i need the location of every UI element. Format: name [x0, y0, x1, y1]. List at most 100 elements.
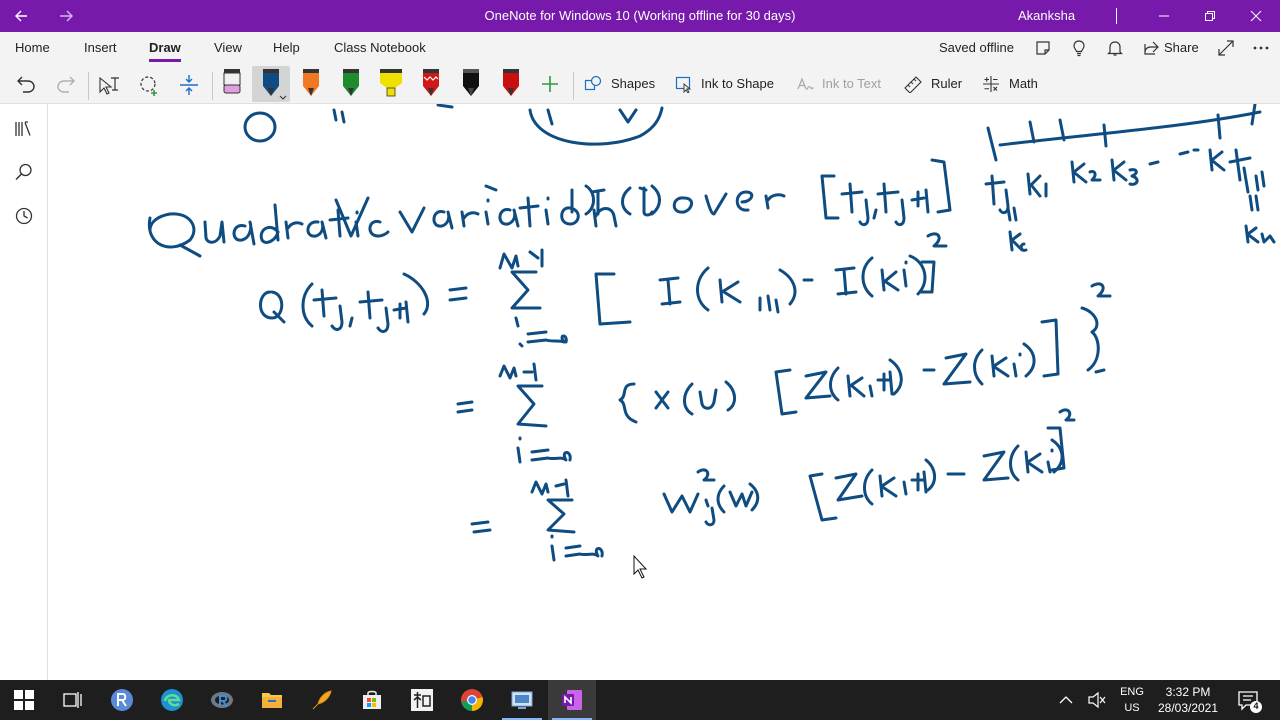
ink-stroke: [654, 390, 670, 410]
pen-green-icon: [343, 69, 359, 96]
add-pen-button[interactable]: [538, 72, 562, 98]
taskbar-file-explorer[interactable]: [248, 680, 296, 720]
ink-stroke: [872, 208, 878, 220]
ink-to-shape-button[interactable]: Ink to Shape: [701, 64, 774, 104]
window-title: OneNote for Windows 10 (Working offline …: [484, 8, 796, 23]
ink-to-text-button[interactable]: Ink to Text: [822, 64, 881, 104]
action-center-button[interactable]: 4: [1234, 680, 1264, 720]
ink-stroke: [718, 278, 742, 304]
more-options-icon[interactable]: [1252, 39, 1270, 57]
fullscreen-icon[interactable]: [1217, 39, 1235, 57]
pen-blue-selected[interactable]: [252, 66, 290, 102]
shapes-button[interactable]: Shapes: [611, 64, 655, 104]
ink-stroke: [232, 220, 256, 246]
close-button[interactable]: [1233, 0, 1279, 32]
rstudio-icon: [211, 692, 233, 708]
notification-count: 4: [1253, 701, 1259, 711]
notebooks-icon[interactable]: [14, 119, 34, 139]
taskbar-ime-kanji[interactable]: [398, 680, 446, 720]
minimize-button[interactable]: [1141, 0, 1187, 32]
ink-stroke: [1008, 230, 1028, 252]
pen-green[interactable]: [332, 66, 370, 102]
ink-stroke: [1244, 194, 1276, 244]
ink-stroke: [516, 436, 572, 464]
undo-button[interactable]: [14, 72, 38, 98]
taskbar-pen-app[interactable]: [298, 680, 346, 720]
ink-stroke: [662, 492, 700, 514]
input-language[interactable]: ENG US: [1116, 684, 1148, 716]
user-name[interactable]: Akanksha: [1018, 0, 1075, 32]
ruler-button[interactable]: Ruler: [931, 64, 962, 104]
ink-strokes: [147, 104, 1276, 579]
taskbar-chrome[interactable]: [448, 680, 496, 720]
show-hidden-icons-button[interactable]: [1056, 680, 1076, 720]
taskbar-rstudio[interactable]: [198, 680, 246, 720]
ink-stroke: [398, 206, 426, 234]
note-canvas[interactable]: [48, 104, 1280, 680]
undo-icon: [17, 76, 35, 93]
ink-to-shape-icon: [675, 76, 692, 93]
ink-stroke: [358, 290, 410, 333]
taskbar-store[interactable]: [348, 680, 396, 720]
ink-stroke: [804, 370, 832, 400]
pen-black[interactable]: [452, 66, 490, 102]
redo-icon: [57, 76, 75, 93]
ink-stroke: [432, 210, 454, 230]
taskbar-edge[interactable]: [148, 680, 196, 720]
pen-red[interactable]: [492, 66, 530, 102]
windows-taskbar: ENG US 3:32 PM 28/03/2021 4: [0, 680, 1280, 720]
toolbar-separator: [212, 72, 213, 100]
ink-stroke: [1024, 448, 1054, 474]
ink-stroke: [544, 196, 550, 226]
taskbar-r-app[interactable]: [98, 680, 146, 720]
ink-stroke: [460, 210, 480, 228]
tab-class-notebook[interactable]: Class Notebook: [334, 32, 426, 64]
tab-insert[interactable]: Insert: [84, 32, 117, 64]
ink-stroke: [658, 276, 682, 306]
math-button[interactable]: Math: [1009, 64, 1038, 104]
ink-stroke: [621, 186, 632, 216]
ink-stroke: [998, 110, 1262, 147]
pen-red-pattern[interactable]: [412, 66, 450, 102]
eraser-tool[interactable]: [214, 66, 252, 102]
pen-orange[interactable]: [292, 66, 330, 102]
ink-stroke: [1208, 148, 1226, 172]
ink-stroke: [546, 108, 638, 126]
ink-stroke: [672, 196, 693, 214]
search-icon[interactable]: [14, 162, 34, 182]
ink-stroke: [448, 286, 468, 302]
ink-stroke: [1228, 148, 1266, 194]
tab-help[interactable]: Help: [273, 32, 300, 64]
start-button[interactable]: [0, 680, 48, 720]
highlighter-yellow[interactable]: [372, 66, 410, 102]
type-select-button[interactable]: [96, 72, 122, 98]
recent-notes-icon[interactable]: [14, 206, 34, 226]
lasso-select-button[interactable]: [136, 72, 162, 98]
pen-red-pattern-icon: [423, 69, 439, 96]
redo-button[interactable]: [54, 72, 78, 98]
ink-stroke: [498, 362, 538, 382]
speaker-muted-icon: [1088, 691, 1106, 709]
restore-icon: [1205, 11, 1215, 21]
taskbar-onenote[interactable]: [548, 680, 596, 720]
tab-draw[interactable]: Draw: [149, 32, 181, 64]
ink-stroke: [650, 184, 661, 216]
ink-stroke: [878, 470, 928, 498]
volume-button[interactable]: [1086, 680, 1108, 720]
system-clock[interactable]: 3:32 PM 28/03/2021: [1152, 684, 1224, 716]
language-code: ENG: [1120, 686, 1144, 698]
lightbulb-icon[interactable]: [1070, 39, 1088, 57]
add-space-button[interactable]: [176, 72, 202, 98]
taskbar-remote-desktop[interactable]: [498, 680, 546, 720]
pen-black-icon: [463, 69, 479, 96]
ink-stroke: [510, 270, 542, 310]
tab-view[interactable]: View: [214, 32, 242, 64]
task-view-button[interactable]: [48, 680, 96, 720]
restore-button[interactable]: [1187, 0, 1233, 32]
ink-stroke: [774, 368, 798, 416]
tab-home[interactable]: Home: [15, 32, 50, 64]
ink-stroke: [498, 208, 520, 228]
sticky-notes-icon[interactable]: [1034, 39, 1052, 57]
bell-icon[interactable]: [1106, 39, 1124, 57]
ink-stroke: [942, 352, 972, 386]
